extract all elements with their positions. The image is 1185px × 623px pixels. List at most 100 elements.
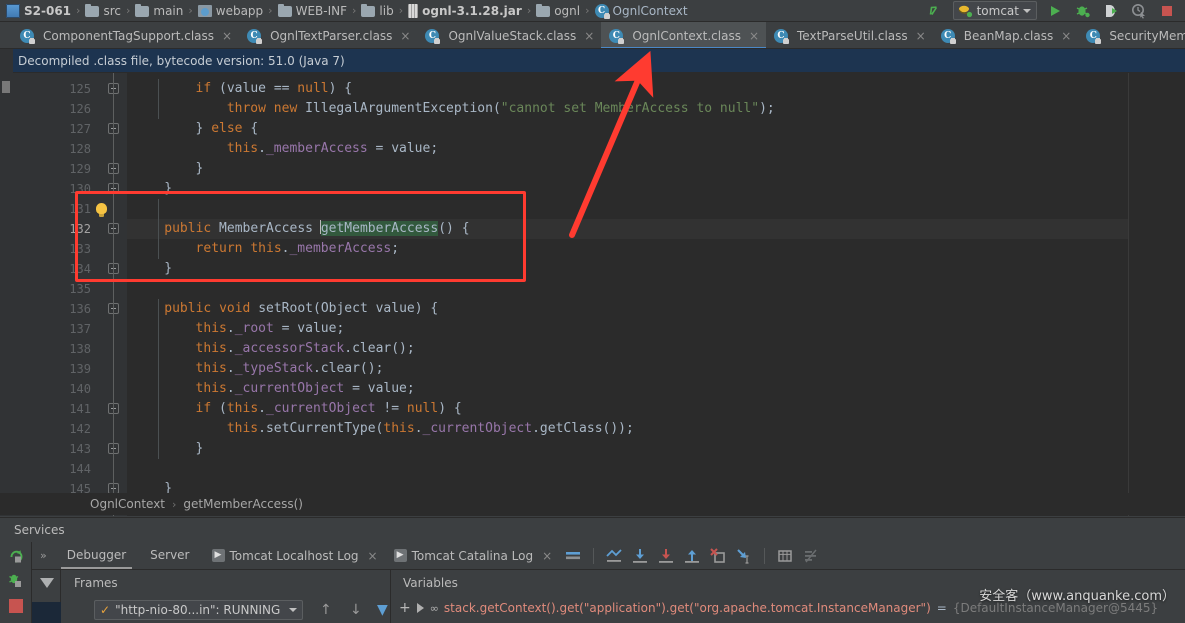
log-tab-tomcat-localhost-log[interactable]: ▶ Tomcat Localhost Log ×: [202, 542, 384, 569]
toolbar-separator-2: [764, 547, 766, 564]
code-token: else: [211, 121, 243, 136]
editor-tab-ognltextparser-class[interactable]: OgnlTextParser.class ×: [239, 22, 417, 48]
code-token: (value ==: [211, 81, 298, 96]
code-line[interactable]: throw new IllegalArgumentException("cann…: [127, 99, 775, 119]
code-editor[interactable]: 125 126 127 128 129 130 131 132 133 134 135 136 137 1…: [0, 73, 1185, 516]
close-icon[interactable]: ×: [749, 29, 759, 43]
breadcrumb-item-webapp[interactable]: webapp: [196, 1, 265, 21]
overflow-chevron-icon[interactable]: »: [32, 549, 55, 562]
close-icon[interactable]: ×: [222, 29, 232, 43]
evaluate-expression-icon[interactable]: [776, 547, 794, 565]
variables-header: Variables: [403, 576, 458, 590]
code-token: _memberAccess: [265, 141, 368, 156]
run-coverage-button[interactable]: [1101, 2, 1121, 20]
breadcrumb-item-web-inf[interactable]: WEB-INF: [276, 1, 349, 21]
close-icon[interactable]: ×: [1061, 29, 1071, 43]
search-everywhere-icon[interactable]: [925, 2, 945, 20]
editor-tab-securitymemberaccess-c[interactable]: SecurityMemberAccess.c: [1078, 22, 1185, 48]
tab-label: BeanMap.class: [963, 28, 1054, 43]
services-tab-server[interactable]: Server: [138, 542, 201, 569]
code-line[interactable]: this._currentObject = value;: [127, 379, 415, 399]
code-line[interactable]: }: [127, 179, 172, 199]
filter-icon[interactable]: ▼: [377, 602, 388, 618]
code-line[interactable]: } else {: [127, 119, 259, 139]
stop-icon[interactable]: [8, 598, 24, 614]
run-configuration-selector[interactable]: tomcat: [952, 1, 1037, 20]
code-line[interactable]: this._accessorStack.clear();: [127, 339, 415, 359]
variables-column: Variables + ∞ stack.getContext().get("ap…: [390, 570, 1185, 623]
code-line[interactable]: [127, 459, 133, 479]
debug-button[interactable]: [1073, 2, 1093, 20]
stop-button[interactable]: [1157, 2, 1177, 20]
check-icon: ✓: [100, 603, 111, 617]
breadcrumb-item-lib[interactable]: lib: [359, 1, 395, 21]
debug-icon[interactable]: [8, 572, 24, 588]
line-number: 142: [69, 422, 91, 436]
code-token: _currentObject: [422, 421, 533, 436]
code-line[interactable]: public void setRoot(Object value) {: [127, 299, 438, 319]
thread-selector[interactable]: ✓ "http-nio-80...in": RUNNING: [94, 600, 304, 620]
breadcrumb-item-ognlcontext[interactable]: OgnlContext: [593, 1, 690, 21]
step-over-icon[interactable]: [631, 547, 649, 565]
close-icon[interactable]: ×: [916, 29, 926, 43]
editor-breadcrumb-item[interactable]: OgnlContext: [90, 497, 165, 511]
rerun-icon[interactable]: [8, 548, 24, 564]
breakpoint-gutter-marker[interactable]: [2, 81, 10, 93]
code-line[interactable]: this._root = value;: [127, 319, 345, 339]
editor-tab-textparseutil-class[interactable]: TextParseUtil.class ×: [766, 22, 933, 48]
step-into-icon[interactable]: [657, 547, 675, 565]
run-to-cursor-icon[interactable]: [735, 547, 753, 565]
code-line[interactable]: this.setCurrentType(this._currentObject.…: [127, 419, 634, 439]
code-line[interactable]: [127, 199, 133, 219]
mute-breakpoints-icon[interactable]: [802, 547, 820, 565]
step-out-icon[interactable]: [683, 547, 701, 565]
add-watch-button[interactable]: +: [399, 600, 411, 616]
show-execution-point-icon[interactable]: [605, 547, 623, 565]
code-line[interactable]: }: [127, 159, 204, 179]
collapse-triangle-icon[interactable]: [40, 578, 54, 588]
force-step-into-icon[interactable]: [709, 547, 727, 565]
editor-tab-componenttagsupport-class[interactable]: ComponentTagSupport.class ×: [12, 22, 239, 48]
close-icon[interactable]: ×: [400, 29, 410, 43]
breadcrumb-item-ognl-3-1-28-jar[interactable]: ognl-3.1.28.jar: [406, 1, 524, 21]
code-line[interactable]: this._typeStack.clear();: [127, 359, 384, 379]
editor-tab-ognlcontext-class[interactable]: OgnlContext.class ×: [601, 22, 767, 48]
close-icon[interactable]: ×: [542, 549, 552, 563]
code-content[interactable]: if (value == null) {throw new IllegalArg…: [127, 73, 1185, 516]
breadcrumb-item-ognl[interactable]: ognl: [534, 1, 582, 21]
code-line[interactable]: [127, 279, 133, 299]
editor-breadcrumb-item[interactable]: getMemberAccess(): [183, 497, 303, 511]
lightbulb-icon[interactable]: [96, 203, 107, 214]
code-token: !=: [375, 401, 407, 416]
chevron-down-icon[interactable]: [1023, 8, 1031, 13]
code-line[interactable]: return this._memberAccess;: [127, 239, 400, 259]
editor-tab-ognlvaluestack-class[interactable]: OgnlValueStack.class ×: [417, 22, 601, 48]
breadcrumb-label: webapp: [215, 3, 264, 18]
log-tab-tomcat-catalina-log[interactable]: ▶ Tomcat Catalina Log ×: [384, 542, 559, 569]
close-icon[interactable]: ×: [368, 549, 378, 563]
close-icon[interactable]: ×: [584, 29, 594, 43]
code-line[interactable]: }: [127, 259, 172, 279]
code-line[interactable]: public MemberAccess getMemberAccess() {: [127, 219, 470, 239]
profiler-button[interactable]: [1129, 2, 1149, 20]
chevron-down-icon[interactable]: [289, 608, 298, 612]
code-line[interactable]: if (this._currentObject != null) {: [127, 399, 462, 419]
code-line[interactable]: }: [127, 439, 204, 459]
code-line[interactable]: this._memberAccess = value;: [127, 139, 438, 159]
layout-settings-icon[interactable]: [564, 547, 582, 565]
code-token: void: [219, 301, 251, 316]
services-tab-debugger[interactable]: Debugger: [55, 542, 138, 569]
code-line[interactable]: if (value == null) {: [127, 79, 353, 99]
code-token: _memberAccess: [289, 241, 392, 256]
breadcrumb-item-main[interactable]: main: [133, 1, 185, 21]
code-token: }: [195, 441, 204, 456]
code-folding-column[interactable]: [101, 73, 127, 516]
breadcrumb-item-s2-061[interactable]: S2-061: [4, 1, 73, 21]
down-arrow-icon[interactable]: ↓: [350, 602, 362, 618]
up-arrow-icon[interactable]: ↑: [320, 602, 332, 618]
watch-row[interactable]: + ∞ stack.getContext().get("application"…: [399, 600, 1158, 616]
run-button[interactable]: [1045, 2, 1065, 20]
editor-tab-beanmap-class[interactable]: BeanMap.class ×: [933, 22, 1079, 48]
expand-triangle-icon[interactable]: [416, 603, 424, 613]
breadcrumb-item-src[interactable]: src: [83, 1, 123, 21]
